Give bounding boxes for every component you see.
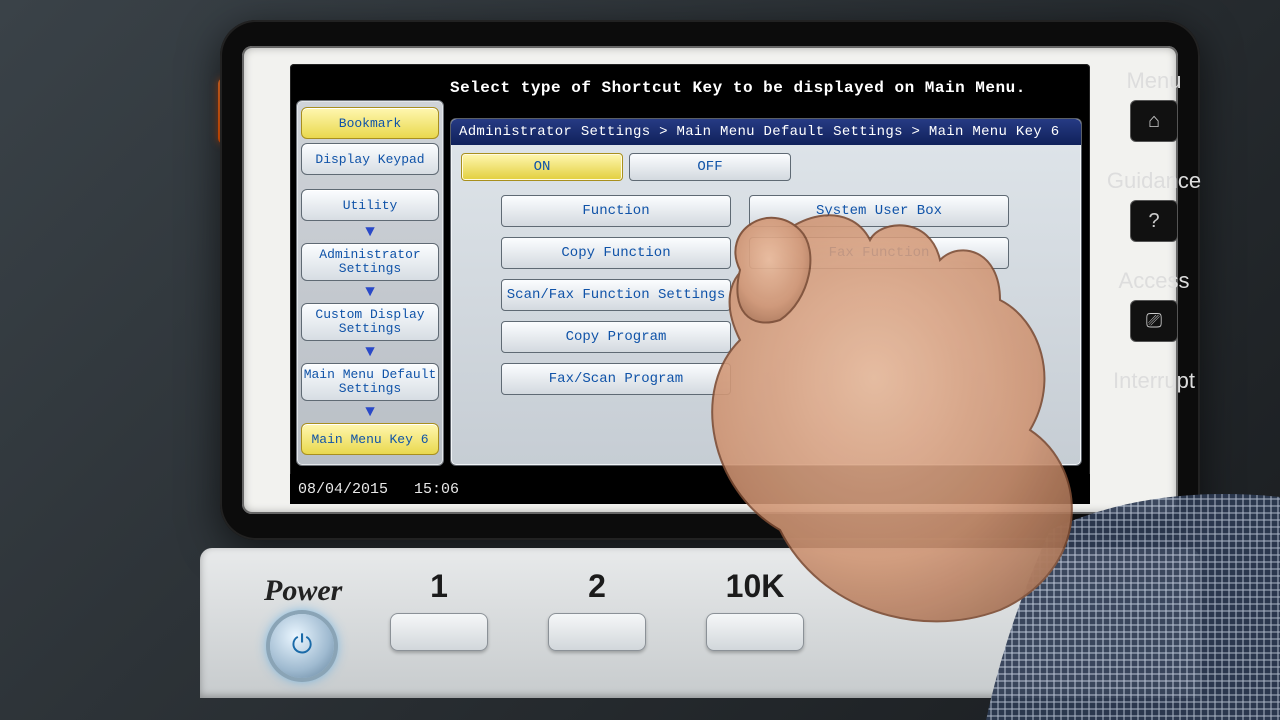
question-icon: ? (1130, 200, 1178, 242)
trail-admin-settings[interactable]: Administrator Settings (301, 243, 439, 281)
bookmark-button[interactable]: Bookmark (301, 107, 439, 139)
key-2-button[interactable] (548, 613, 646, 651)
instruction-text: Select type of Shortcut Key to be displa… (450, 72, 1080, 104)
toggle-off[interactable]: OFF (629, 153, 791, 181)
key-10k-button[interactable] (706, 613, 804, 651)
trail-main-menu-defaults[interactable]: Main Menu Default Settings (301, 363, 439, 401)
trail-utility[interactable]: Utility (301, 189, 439, 221)
toggle-on[interactable]: ON (461, 153, 623, 181)
preset-keys: 1 2 10K (390, 568, 804, 651)
hardware-right-strip: Menu ⌂ Guidance ? Access ⎚ Interrupt (1104, 68, 1204, 498)
power-button[interactable]: ⏻ (270, 614, 334, 678)
sidebar: Bookmark Display Keypad Utility ▼ Admini… (296, 100, 444, 466)
chevron-down-icon: ▼ (301, 345, 439, 359)
hardware-bottom-panel: Power ⏻ 1 2 10K (200, 548, 1200, 698)
spacer (301, 179, 439, 185)
option-copy-program[interactable]: Copy Program (501, 321, 731, 353)
key-1-label: 1 (430, 568, 448, 605)
photo-scene: Menu ⌂ Guidance ? Access ⎚ Interrupt Sel… (0, 0, 1280, 720)
key-2-label: 2 (588, 568, 606, 605)
status-time: 15:06 (414, 481, 459, 498)
power-label: Power (264, 574, 342, 608)
home-icon: ⌂ (1130, 100, 1178, 142)
chevron-down-icon: ▼ (301, 285, 439, 299)
key-1-button[interactable] (390, 613, 488, 651)
hw-guidance-label: Guidance (1107, 168, 1201, 194)
hw-menu-label: Menu (1126, 68, 1181, 94)
option-copy-function[interactable]: Copy Function (501, 237, 731, 269)
option-fax-scan-program[interactable]: Fax/Scan Program (501, 363, 731, 395)
on-off-toggle: ON OFF (461, 153, 791, 181)
device-bezel: Menu ⌂ Guidance ? Access ⎚ Interrupt Sel… (220, 20, 1200, 540)
option-scan-fax-function[interactable]: Scan/Fax Function Settings (501, 279, 731, 311)
status-bar: 08/04/2015 15:06 (290, 474, 1090, 504)
key-10k-label: 10K (726, 568, 785, 605)
hw-access[interactable]: Access ⎚ (1104, 268, 1204, 342)
hw-guidance[interactable]: Guidance ? (1104, 168, 1204, 242)
hw-menu[interactable]: Menu ⌂ (1104, 68, 1204, 142)
option-function[interactable]: Function (501, 195, 731, 227)
access-icon: ⎚ (1130, 300, 1178, 342)
trail-main-menu-key-6[interactable]: Main Menu Key 6 (301, 423, 439, 455)
breadcrumb: Administrator Settings > Main Menu Defau… (451, 119, 1081, 145)
trail-custom-display[interactable]: Custom Display Settings (301, 303, 439, 341)
hw-access-label: Access (1119, 268, 1190, 294)
hw-interrupt[interactable]: Interrupt (1104, 368, 1204, 394)
chevron-down-icon: ▼ (301, 405, 439, 419)
lcd-screen: Select type of Shortcut Key to be displa… (290, 64, 1090, 504)
display-keypad-button[interactable]: Display Keypad (301, 143, 439, 175)
main-panel: Administrator Settings > Main Menu Defau… (450, 118, 1082, 466)
power-icon: ⏻ (292, 631, 313, 661)
hw-interrupt-label: Interrupt (1113, 368, 1195, 394)
status-date: 08/04/2015 (298, 481, 388, 498)
shortcut-options: Function System User Box Copy Function F… (501, 195, 1065, 395)
chevron-down-icon: ▼ (301, 225, 439, 239)
option-fax-function[interactable]: Fax Function (749, 237, 1009, 269)
option-system-user-box[interactable]: System User Box (749, 195, 1009, 227)
